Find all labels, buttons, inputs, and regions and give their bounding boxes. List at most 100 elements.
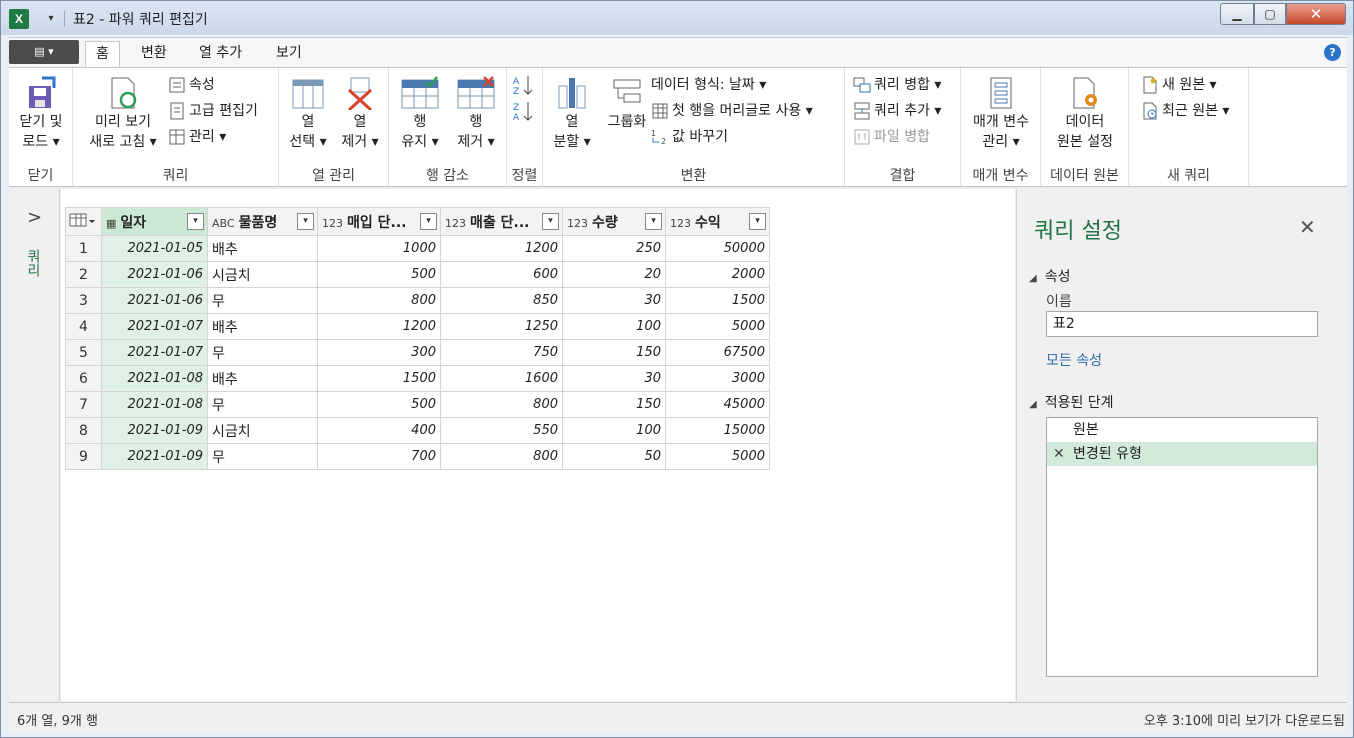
step-item-source[interactable]: 원본 — [1047, 418, 1317, 442]
profit-cell[interactable]: 1500 — [665, 287, 770, 314]
row-number[interactable]: 9 — [65, 443, 102, 470]
profit-cell[interactable]: 5000 — [665, 313, 770, 340]
profit-cell[interactable]: 67500 — [665, 339, 770, 366]
item-name-cell[interactable]: 시금치 — [207, 261, 318, 288]
row-number[interactable]: 7 — [65, 391, 102, 418]
sale-price-cell[interactable]: 750 — [440, 339, 563, 366]
filter-dropdown-icon[interactable]: ▾ — [297, 213, 314, 230]
item-name-cell[interactable]: 배추 — [207, 235, 318, 262]
row-number[interactable]: 1 — [65, 235, 102, 262]
date-cell[interactable]: 2021-01-09 — [101, 443, 208, 470]
table-row[interactable]: 6 2021-01-08 배추 1500 1600 30 3000 — [65, 365, 770, 392]
filter-dropdown-icon[interactable]: ▾ — [749, 213, 766, 230]
purchase-price-cell[interactable]: 500 — [317, 261, 441, 288]
purchase-price-cell[interactable]: 1000 — [317, 235, 441, 262]
sale-price-cell[interactable]: 1200 — [440, 235, 563, 262]
quantity-cell[interactable]: 150 — [562, 339, 666, 366]
quantity-cell[interactable]: 250 — [562, 235, 666, 262]
quantity-cell[interactable]: 30 — [562, 287, 666, 314]
profit-cell[interactable]: 15000 — [665, 417, 770, 444]
item-name-cell[interactable]: 무 — [207, 391, 318, 418]
help-icon[interactable]: ? — [1324, 44, 1341, 61]
quick-access-dropdown-icon[interactable]: ▾ — [41, 9, 61, 29]
use-first-row-as-headers-button[interactable]: 첫 행을 머리글로 사용 ▾ — [651, 100, 813, 122]
manage-parameters-button[interactable]: 매개 변수 관리 ▾ — [965, 76, 1037, 152]
row-number[interactable]: 3 — [65, 287, 102, 314]
new-source-button[interactable]: 새 원본 ▾ — [1141, 74, 1217, 96]
tab-home[interactable]: 홈 — [85, 41, 120, 68]
remove-columns-button[interactable]: 열 제거 ▾ — [335, 76, 385, 152]
column-header[interactable]: 123 수량 ▾ — [562, 207, 666, 236]
item-name-cell[interactable]: 무 — [207, 339, 318, 366]
quantity-cell[interactable]: 50 — [562, 443, 666, 470]
tab-add-column[interactable]: 열 추가 — [189, 41, 252, 68]
manage-query-button[interactable]: 관리 ▾ — [168, 126, 226, 148]
query-name-input[interactable]: 표2 — [1046, 311, 1318, 337]
sale-price-cell[interactable]: 1600 — [440, 365, 563, 392]
column-header[interactable]: 123 매출 단... ▾ — [440, 207, 563, 236]
row-number[interactable]: 6 — [65, 365, 102, 392]
table-row[interactable]: 3 2021-01-06 무 800 850 30 1500 — [65, 287, 770, 314]
data-source-settings-button[interactable]: 데이터 원본 설정 — [1045, 76, 1125, 152]
replace-values-button[interactable]: 12 값 바꾸기 — [651, 126, 728, 148]
merge-queries-button[interactable]: 쿼리 병합 ▾ — [853, 74, 941, 96]
table-row[interactable]: 2 2021-01-06 시금치 500 600 20 2000 — [65, 261, 770, 288]
quantity-cell[interactable]: 100 — [562, 417, 666, 444]
date-cell[interactable]: 2021-01-06 — [101, 261, 208, 288]
purchase-price-cell[interactable]: 1500 — [317, 365, 441, 392]
sort-descending-button[interactable]: ZA — [512, 100, 534, 123]
row-number[interactable]: 2 — [65, 261, 102, 288]
date-cell[interactable]: 2021-01-08 — [101, 391, 208, 418]
quantity-cell[interactable]: 100 — [562, 313, 666, 340]
sort-ascending-button[interactable]: AZ — [512, 74, 534, 97]
profit-cell[interactable]: 5000 — [665, 443, 770, 470]
properties-button[interactable]: 속성 — [168, 74, 215, 96]
delete-step-icon[interactable]: ✕ — [1053, 442, 1065, 466]
date-cell[interactable]: 2021-01-08 — [101, 365, 208, 392]
purchase-price-cell[interactable]: 1200 — [317, 313, 441, 340]
profit-cell[interactable]: 3000 — [665, 365, 770, 392]
profit-cell[interactable]: 50000 — [665, 235, 770, 262]
column-header[interactable]: 123 수익 ▾ — [665, 207, 770, 236]
date-cell[interactable]: 2021-01-07 — [101, 313, 208, 340]
remove-rows-button[interactable]: 행 제거 ▾ — [449, 76, 503, 152]
table-row[interactable]: 5 2021-01-07 무 300 750 150 67500 — [65, 339, 770, 366]
sale-price-cell[interactable]: 800 — [440, 443, 563, 470]
quantity-cell[interactable]: 30 — [562, 365, 666, 392]
purchase-price-cell[interactable]: 500 — [317, 391, 441, 418]
table-menu-button[interactable] — [65, 207, 102, 236]
table-row[interactable]: 8 2021-01-09 시금치 400 550 100 15000 — [65, 417, 770, 444]
split-column-button[interactable]: 열 분할 ▾ — [547, 76, 597, 152]
table-row[interactable]: 4 2021-01-07 배추 1200 1250 100 5000 — [65, 313, 770, 340]
append-queries-button[interactable]: 쿼리 추가 ▾ — [853, 100, 941, 122]
column-header[interactable]: ABC 물품명 ▾ — [207, 207, 318, 236]
item-name-cell[interactable]: 무 — [207, 443, 318, 470]
maximize-button[interactable]: ▢ — [1254, 3, 1286, 25]
date-cell[interactable]: 2021-01-07 — [101, 339, 208, 366]
filter-dropdown-icon[interactable]: ▾ — [542, 213, 559, 230]
tab-transform[interactable]: 변환 — [131, 41, 177, 68]
filter-dropdown-icon[interactable]: ▾ — [187, 213, 204, 230]
purchase-price-cell[interactable]: 300 — [317, 339, 441, 366]
purchase-price-cell[interactable]: 400 — [317, 417, 441, 444]
profit-cell[interactable]: 2000 — [665, 261, 770, 288]
table-row[interactable]: 1 2021-01-05 배추 1000 1200 250 50000 — [65, 235, 770, 262]
sale-price-cell[interactable]: 1250 — [440, 313, 563, 340]
sale-price-cell[interactable]: 600 — [440, 261, 563, 288]
purchase-price-cell[interactable]: 800 — [317, 287, 441, 314]
sale-price-cell[interactable]: 800 — [440, 391, 563, 418]
row-number[interactable]: 8 — [65, 417, 102, 444]
keep-rows-button[interactable]: 행 유지 ▾ — [393, 76, 447, 152]
properties-section-header[interactable]: ◢ 속성 — [1029, 266, 1070, 286]
step-item-changed-type[interactable]: ✕ 변경된 유형 — [1047, 442, 1317, 466]
close-icon[interactable]: ✕ — [1299, 215, 1316, 239]
date-cell[interactable]: 2021-01-06 — [101, 287, 208, 314]
all-properties-link[interactable]: 모든 속성 — [1046, 350, 1102, 370]
applied-steps-section-header[interactable]: ◢ 적용된 단계 — [1029, 392, 1114, 412]
sale-price-cell[interactable]: 850 — [440, 287, 563, 314]
item-name-cell[interactable]: 시금치 — [207, 417, 318, 444]
table-row[interactable]: 9 2021-01-09 무 700 800 50 5000 — [65, 443, 770, 470]
tab-view[interactable]: 보기 — [266, 41, 312, 68]
close-and-load-button[interactable]: 닫기 및 로드 ▾ — [13, 76, 69, 152]
row-number[interactable]: 5 — [65, 339, 102, 366]
